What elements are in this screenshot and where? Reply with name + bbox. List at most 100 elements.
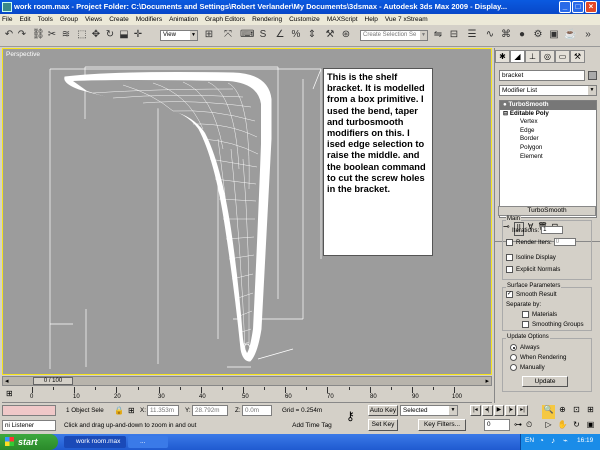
- menu-group[interactable]: Group: [60, 16, 78, 23]
- undo-icon[interactable]: ↶: [3, 29, 15, 41]
- reference-coordinate-dropdown[interactable]: View ▼: [160, 30, 198, 41]
- select-object-icon[interactable]: ⬚: [76, 29, 88, 41]
- play-icon[interactable]: ▶: [493, 405, 505, 416]
- current-frame-field[interactable]: 0: [484, 419, 510, 431]
- app-icon[interactable]: [2, 2, 12, 12]
- menu-graph-editors[interactable]: Graph Editors: [205, 16, 245, 23]
- smoothing-groups-checkbox[interactable]: [522, 321, 529, 328]
- field-of-view-icon[interactable]: ▷: [542, 420, 555, 434]
- prev-frame-icon[interactable]: ◂|: [481, 405, 493, 416]
- update-button[interactable]: Update: [522, 376, 568, 387]
- stack-subitem[interactable]: Polygon: [500, 144, 596, 153]
- snap-toggle-icon[interactable]: S: [257, 29, 269, 41]
- select-rotate-icon[interactable]: ↻: [104, 29, 116, 41]
- utilities-tab-icon[interactable]: ⚒: [570, 50, 585, 63]
- menu-help[interactable]: Help: [365, 16, 378, 23]
- key-icon[interactable]: ⚷: [346, 409, 355, 423]
- menu-views[interactable]: Views: [85, 16, 102, 23]
- key-filters-button[interactable]: Key Filters...: [418, 419, 466, 431]
- maximize-viewport-icon[interactable]: ▣: [584, 420, 597, 434]
- set-key-button[interactable]: Set Key: [368, 419, 398, 431]
- x-coord-field[interactable]: 11.353m: [147, 405, 179, 416]
- stack-subitem[interactable]: Edge: [500, 127, 596, 136]
- pan-icon[interactable]: ✋: [556, 420, 569, 434]
- render-production-icon[interactable]: ☕: [564, 29, 576, 41]
- menu-tools[interactable]: Tools: [38, 16, 53, 23]
- schematic-view-icon[interactable]: ⌘: [500, 29, 512, 41]
- track-bar[interactable]: ⊞ 0 10 20 30 40 50 60 70 80 90 100: [2, 387, 492, 403]
- goto-start-icon[interactable]: |◂: [470, 405, 481, 416]
- key-mode-icon[interactable]: ⊶: [514, 420, 522, 429]
- mirror-icon[interactable]: ⇋: [432, 29, 444, 41]
- y-coord-field[interactable]: 28.792m: [192, 405, 228, 416]
- isoline-checkbox[interactable]: [506, 254, 513, 261]
- absolute-mode-icon[interactable]: ⊞: [128, 406, 135, 415]
- taskbar-task-max[interactable]: work room.max: [64, 436, 126, 448]
- edit-named-sets-icon[interactable]: ⚒: [324, 29, 336, 41]
- object-name-field[interactable]: bracket: [499, 70, 585, 81]
- network-icon[interactable]: ⌁: [563, 436, 568, 445]
- close-button[interactable]: ×: [585, 1, 597, 13]
- bind-space-warp-icon[interactable]: ≋: [60, 29, 72, 41]
- auto-key-button[interactable]: Auto Key: [368, 405, 398, 416]
- create-tab-icon[interactable]: ✱: [495, 50, 510, 63]
- minimize-button[interactable]: _: [559, 1, 571, 13]
- taskbar-task-other[interactable]: ...: [128, 436, 168, 448]
- menu-animation[interactable]: Animation: [169, 16, 198, 23]
- unlink-icon[interactable]: ✂: [46, 29, 58, 41]
- zoom-all-icon[interactable]: ⊕: [556, 405, 569, 419]
- select-move-icon[interactable]: ✥: [90, 29, 102, 41]
- menu-vue-xstream[interactable]: Vue 7 xStream: [385, 16, 428, 23]
- display-tab-icon[interactable]: ▭: [555, 50, 570, 63]
- when-rendering-radio[interactable]: [510, 354, 517, 361]
- menu-maxscript[interactable]: MAXScript: [327, 16, 358, 23]
- explicit-normals-checkbox[interactable]: [506, 266, 513, 273]
- pivot-center-icon[interactable]: ⊞: [203, 29, 215, 41]
- z-coord-field[interactable]: 0.0m: [242, 405, 272, 416]
- angle-snap-icon[interactable]: ∠: [274, 29, 286, 41]
- motion-tab-icon[interactable]: ◎: [540, 50, 555, 63]
- bracket-mesh[interactable]: [64, 72, 272, 362]
- slider-right-arrow-icon[interactable]: ▸: [485, 377, 489, 385]
- modifier-list-dropdown[interactable]: Modifier List ▼: [499, 85, 597, 96]
- redo-icon[interactable]: ↷: [16, 29, 28, 41]
- layer-manager-icon[interactable]: ☰: [466, 29, 478, 41]
- stack-subitem[interactable]: Element: [500, 153, 596, 162]
- keyboard-shortcut-icon[interactable]: ⌨: [240, 29, 254, 41]
- goto-end-icon[interactable]: ▸|: [517, 405, 528, 416]
- lock-selection-icon[interactable]: 🔒: [114, 406, 124, 415]
- time-slider[interactable]: 0 / 100 ◂ ▸: [2, 376, 492, 386]
- curve-editor-icon[interactable]: ∿: [484, 29, 496, 41]
- start-button[interactable]: start: [0, 434, 58, 450]
- manually-radio[interactable]: [510, 364, 517, 371]
- maximize-button[interactable]: □: [572, 1, 584, 13]
- select-manipulate-icon[interactable]: ⤧: [222, 29, 234, 41]
- menu-edit[interactable]: Edit: [19, 16, 30, 23]
- toolbar-more-icon[interactable]: »: [582, 29, 594, 41]
- menu-customize[interactable]: Customize: [289, 16, 320, 23]
- render-iters-checkbox[interactable]: [506, 238, 513, 246]
- turbosmooth-rollout-header[interactable]: TurboSmooth: [498, 206, 596, 216]
- language-indicator[interactable]: EN: [525, 437, 534, 444]
- zoom-extents-icon[interactable]: ⊡: [570, 405, 583, 419]
- smooth-result-checkbox[interactable]: ✓: [506, 291, 513, 298]
- zoom-extents-all-icon[interactable]: ⊞: [584, 405, 597, 419]
- key-selection-dropdown[interactable]: Selected ▼: [400, 405, 458, 416]
- align-icon[interactable]: ⊟: [448, 29, 460, 41]
- menu-file[interactable]: File: [2, 16, 12, 23]
- volume-icon[interactable]: ♪: [551, 436, 555, 445]
- render-setup-icon[interactable]: ⚙: [532, 29, 544, 41]
- select-scale-icon[interactable]: ⬓: [118, 29, 130, 41]
- orbit-icon[interactable]: ↻: [570, 420, 583, 434]
- object-color-swatch[interactable]: [588, 71, 597, 80]
- menu-create[interactable]: Create: [109, 16, 129, 23]
- hierarchy-tab-icon[interactable]: ⊥: [525, 50, 540, 63]
- iterations-spinner[interactable]: 1: [541, 226, 564, 234]
- always-radio[interactable]: [510, 344, 517, 351]
- spinner-snap-icon[interactable]: ⇕: [306, 29, 318, 41]
- next-frame-icon[interactable]: |▸: [505, 405, 517, 416]
- render-iters-spinner[interactable]: 0: [553, 238, 576, 246]
- track-bar-menu-icon[interactable]: ⊞: [6, 389, 13, 398]
- zoom-icon[interactable]: 🔍: [542, 405, 555, 419]
- time-slider-thumb[interactable]: 0 / 100: [33, 377, 73, 385]
